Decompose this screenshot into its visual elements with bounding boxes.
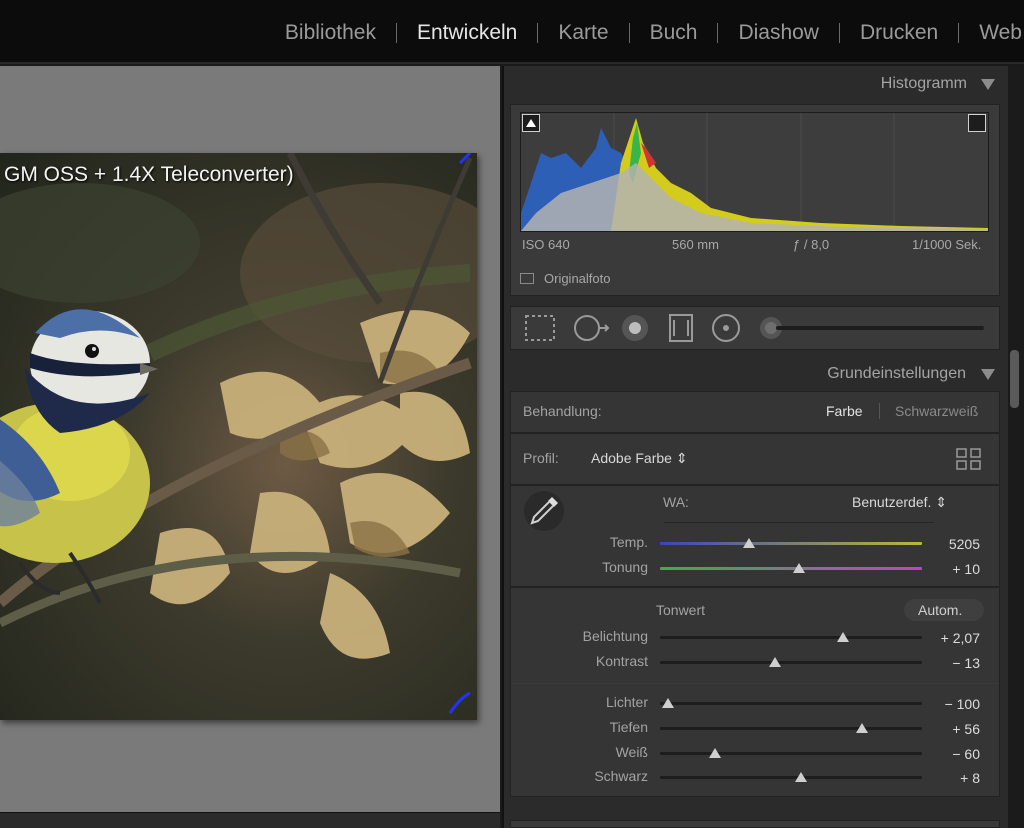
filmstrip-bar: [0, 812, 500, 828]
histogram-shutter: 1/1000 Sek.: [912, 237, 982, 252]
profile-section: [510, 433, 1000, 485]
tone-label: Tonwert: [656, 602, 706, 618]
exposure-slider-track[interactable]: [660, 636, 922, 639]
tint-slider-thumb[interactable]: [792, 563, 805, 573]
whites-label: Weiß: [615, 744, 648, 760]
whites-slider-track[interactable]: [660, 752, 922, 755]
treatment-separator: [879, 403, 880, 419]
crop-tool-icon: [525, 315, 555, 341]
highlights-slider-track[interactable]: [660, 702, 922, 705]
tool-strip-icons: [525, 314, 984, 342]
blacks-label: Schwarz: [594, 768, 648, 784]
collapse-triangle-icon[interactable]: [981, 79, 995, 90]
exposure-label: Belichtung: [582, 628, 648, 644]
photo-image[interactable]: GM OSS + 1.4X Teleconverter): [0, 153, 477, 720]
graduated-filter-icon: [669, 314, 693, 342]
highlight-clipping-toggle-icon[interactable]: [968, 114, 986, 132]
divider: [511, 683, 999, 684]
treatment-label: Behandlung:: [523, 403, 602, 419]
shadows-slider-thumb[interactable]: [855, 723, 868, 733]
histogram-graph[interactable]: [520, 112, 989, 232]
temp-value[interactable]: 5205: [920, 536, 980, 552]
histogram-focal-length: 560 mm: [672, 237, 719, 252]
adjustment-brush-icon: [760, 317, 984, 339]
histogram-title[interactable]: Histogramm: [881, 75, 967, 93]
shadows-label: Tiefen: [609, 719, 648, 735]
shadows-slider-track[interactable]: [660, 727, 922, 730]
treatment-bw-option[interactable]: Schwarzweiß: [895, 403, 978, 419]
blacks-slider-track[interactable]: [660, 776, 922, 779]
next-panel-header[interactable]: [510, 820, 1000, 828]
white-balance-label: WA:: [663, 494, 689, 510]
module-web[interactable]: Web: [959, 18, 1024, 48]
temp-label: Temp.: [609, 534, 648, 550]
profile-dropdown[interactable]: Adobe Farbe ⇕: [591, 450, 688, 467]
exposure-slider-thumb[interactable]: [837, 632, 850, 642]
module-drucken[interactable]: Drucken: [840, 18, 958, 48]
basic-panel-title[interactable]: Grundeinstellungen: [827, 365, 966, 383]
profile-label: Profil:: [523, 450, 559, 466]
shadows-value[interactable]: + 56: [920, 721, 980, 737]
original-photo-label[interactable]: Originalfoto: [544, 271, 610, 286]
contrast-slider-thumb[interactable]: [769, 657, 782, 667]
spot-removal-icon: [574, 315, 610, 341]
panel-scrollbar[interactable]: [1008, 66, 1024, 828]
collapse-triangle-icon[interactable]: [981, 369, 995, 380]
blacks-value[interactable]: + 8: [920, 770, 980, 786]
module-entwickeln[interactable]: Entwickeln: [397, 18, 537, 48]
whites-slider-thumb[interactable]: [709, 748, 722, 758]
red-eye-icon: [622, 315, 648, 341]
contrast-label: Kontrast: [595, 653, 648, 669]
original-photo-checkbox[interactable]: [520, 273, 534, 284]
photo-viewer[interactable]: GM OSS + 1.4X Teleconverter): [0, 66, 500, 812]
module-list: Bibliothek Entwickeln Karte Buch Diashow…: [265, 18, 1024, 48]
histogram-curves: [521, 113, 988, 231]
highlights-label: Lichter: [605, 694, 648, 710]
divider: [664, 522, 934, 523]
eyedropper-icon[interactable]: [522, 489, 566, 533]
panel-scrollbar-thumb[interactable]: [1010, 350, 1019, 408]
histogram-aperture: ƒ / 8,0: [793, 237, 830, 252]
exposure-value[interactable]: + 2,07: [920, 630, 980, 646]
temp-slider-thumb[interactable]: [743, 538, 756, 548]
radial-filter-icon: [712, 314, 740, 342]
module-diashow[interactable]: Diashow: [718, 18, 839, 48]
temp-slider-track[interactable]: [660, 542, 922, 545]
module-picker-bar: Bibliothek Entwickeln Karte Buch Diashow…: [0, 0, 1024, 64]
photo-caption: GM OSS + 1.4X Teleconverter): [4, 163, 294, 186]
tint-value[interactable]: + 10: [920, 561, 980, 577]
blacks-slider-thumb[interactable]: [795, 772, 808, 782]
histogram-iso: ISO 640: [522, 237, 570, 252]
treatment-color-option[interactable]: Farbe: [826, 403, 863, 419]
module-buch[interactable]: Buch: [630, 18, 718, 48]
module-bibliothek[interactable]: Bibliothek: [265, 18, 396, 48]
tint-label: Tonung: [602, 559, 648, 575]
highlights-value[interactable]: − 100: [920, 696, 980, 712]
white-balance-dropdown[interactable]: Benutzerdef. ⇕: [852, 494, 947, 511]
shadow-clipping-toggle-icon[interactable]: [522, 114, 540, 132]
profile-browser-grid-icon[interactable]: [956, 448, 982, 470]
whites-value[interactable]: − 60: [920, 746, 980, 762]
auto-tone-label[interactable]: Autom.: [918, 602, 962, 618]
contrast-slider-track[interactable]: [660, 661, 922, 664]
tint-slider-track[interactable]: [660, 567, 922, 570]
module-karte[interactable]: Karte: [538, 18, 628, 48]
highlights-slider-thumb[interactable]: [661, 698, 674, 708]
contrast-value[interactable]: − 13: [920, 655, 980, 671]
bird-photo-illustration: [0, 153, 477, 714]
